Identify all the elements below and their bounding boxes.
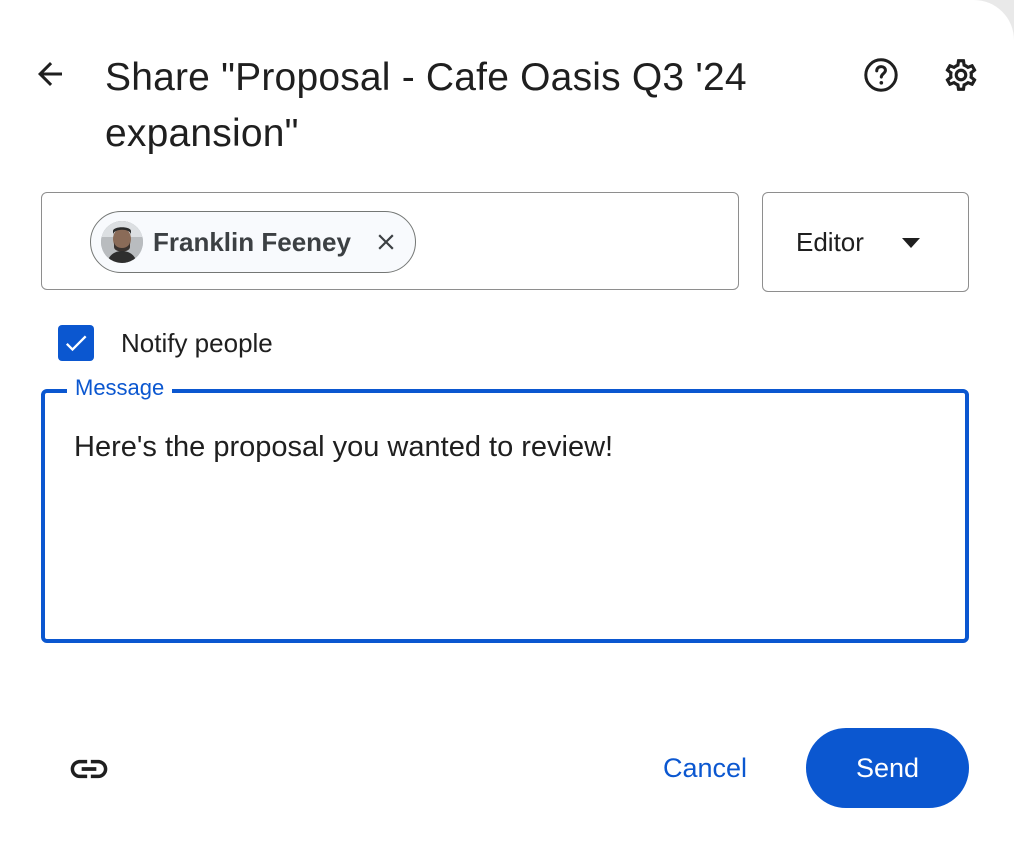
help-button[interactable] (856, 50, 906, 100)
close-icon (378, 234, 394, 250)
notify-checkbox[interactable] (58, 325, 94, 361)
message-label: Message (67, 374, 173, 402)
chip-remove-button[interactable] (369, 225, 403, 259)
role-selected-value: Editor (796, 226, 864, 257)
role-dropdown[interactable]: Editor (762, 192, 969, 292)
link-icon (70, 759, 108, 779)
back-button[interactable] (24, 48, 76, 100)
person-chip-name: Franklin Feeney (153, 226, 351, 257)
help-icon (864, 58, 898, 92)
cancel-button[interactable]: Cancel (642, 730, 768, 806)
copy-link-button[interactable] (62, 742, 116, 796)
avatar (101, 221, 143, 263)
notify-people-row: Notify people (58, 325, 273, 361)
dialog-title: Share "Proposal - Cafe Oasis Q3 '24 expa… (105, 56, 747, 155)
caret-down-icon (902, 238, 920, 248)
settings-button[interactable] (936, 50, 986, 100)
people-input-field[interactable]: Franklin Feeney (41, 192, 739, 290)
gear-icon (945, 59, 977, 91)
send-button[interactable]: Send (806, 728, 969, 808)
person-chip[interactable]: Franklin Feeney (90, 211, 416, 273)
arrow-back-icon (38, 62, 62, 86)
share-dialog: Share "Proposal - Cafe Oasis Q3 '24 expa… (0, 0, 1014, 854)
message-text: Here's the proposal you wanted to review… (74, 431, 614, 463)
checkmark-icon (65, 335, 87, 352)
message-textarea[interactable]: Message Here's the proposal you wanted t… (41, 374, 969, 643)
notify-label: Notify people (121, 327, 273, 358)
